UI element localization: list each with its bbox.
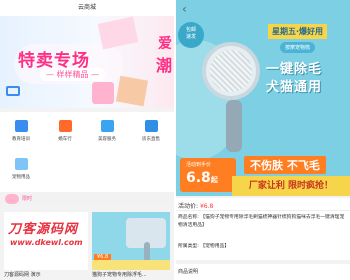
promo-text: 限时 <box>22 196 33 202</box>
category-beauty[interactable]: 美容服务 <box>90 120 124 142</box>
chevron-left-icon[interactable]: ‹ <box>182 2 187 16</box>
beauty-icon <box>100 120 114 132</box>
watermark-text: 刀客源码网 <box>8 222 79 237</box>
banner-decoration <box>97 16 139 50</box>
hero-title: 一键除毛 <box>266 62 323 77</box>
education-icon <box>14 120 28 132</box>
goods-caption: 猫狗子宠物专用除浮毛... <box>92 272 147 278</box>
category-label: 教育培训 <box>12 137 30 142</box>
banner-decoration <box>115 75 149 107</box>
pet-icon <box>14 158 28 170</box>
car-icon <box>58 120 72 132</box>
category-house[interactable]: 房东直售 <box>134 120 168 142</box>
category-pet[interactable]: 宠物用品 <box>4 158 38 180</box>
hero-top-box: 星期五·爆好用 <box>268 24 328 39</box>
product-category: 所属类型: 【宠物用品】 <box>178 244 230 249</box>
activity-price: 活动价: ¥6.8 <box>178 201 213 210</box>
goods-strip <box>92 260 170 270</box>
hero-feature-text: 不伤肤 不飞毛 <box>244 156 326 174</box>
promo-banner[interactable]: 特卖专场 — 样样精品 — 爱 潮 <box>0 16 174 108</box>
goods-card[interactable]: ¥6.8 <box>92 212 170 270</box>
banner-decoration <box>92 82 114 104</box>
category-label: 美容服务 <box>98 137 116 142</box>
goods-caption: 刀客源码网 演示 <box>4 272 41 278</box>
product-hero-image: ‹ 包邮 速发 星期五·爆好用 按摩宠物梳 一键除毛 犬猫通用 活动到手价 6.… <box>176 0 350 196</box>
hero-sub-pill: 按摩宠物梳 <box>280 42 316 53</box>
hero-bottom-strip: 厂家让利 限时疯抢！ <box>232 176 350 196</box>
watermark-url: www.dkewl.com <box>10 238 83 247</box>
price-tag-value: 6.8起 <box>186 170 218 186</box>
promo-tag-icon <box>5 194 19 204</box>
house-icon <box>144 120 158 132</box>
brush-handle-image <box>226 100 242 152</box>
activity-price-label: 活动价: <box>178 203 199 210</box>
product-info: 活动价: ¥6.8 商品名称: 【猫狗子宠物专用除浮毛刷猫梳神器针梳狗狗猫咪去浮… <box>176 198 350 260</box>
category-education[interactable]: 教育培训 <box>4 120 38 142</box>
page-title: 云商城 <box>77 4 96 11</box>
goods-card[interactable]: 刀客源码网 www.dkewl.com <box>4 212 88 270</box>
activity-price-value: ¥6.8 <box>199 203 214 210</box>
banner-side-text: 爱 <box>158 36 172 52</box>
brush-bristles <box>210 50 252 92</box>
tab-description[interactable]: 商品说明 <box>178 268 198 275</box>
description-section[interactable]: 商品说明 <box>176 264 350 280</box>
cart-icon <box>6 86 20 96</box>
hero-price-tag: 活动到手价 6.8起 <box>180 158 236 192</box>
divider <box>176 210 350 211</box>
category-label: 宠物用品 <box>12 175 30 180</box>
right-screen: ‹ 包邮 速发 星期五·爆好用 按摩宠物梳 一键除毛 犬猫通用 活动到手价 6.… <box>176 0 350 280</box>
banner-sub-text: — 样样精品 — <box>40 68 106 81</box>
price-tag-label: 活动到手价 <box>186 162 212 168</box>
app-header: 云商城 <box>0 0 174 16</box>
banner-side-text: 潮 <box>155 56 172 75</box>
hero-title: 犬猫通用 <box>266 80 323 95</box>
left-screen: 云商城 特卖专场 — 样样精品 — 爱 潮 教育培训 婚车行 美容服务 房东直售 <box>0 0 174 280</box>
category-label: 婚车行 <box>58 137 72 142</box>
promo-strip[interactable]: 限时 <box>0 192 174 206</box>
category-car[interactable]: 婚车行 <box>48 120 82 142</box>
category-grid: 教育培训 婚车行 美容服务 房东直售 宠物用品 <box>0 112 174 192</box>
free-shipping-badge: 包邮 速发 <box>178 22 204 48</box>
category-label: 房东直售 <box>142 137 160 142</box>
product-title: 商品名称: 【猫狗子宠物专用除浮毛刷猫梳神器针梳狗狗猫咪去浮毛一键清理宠物清洁用… <box>178 215 345 228</box>
